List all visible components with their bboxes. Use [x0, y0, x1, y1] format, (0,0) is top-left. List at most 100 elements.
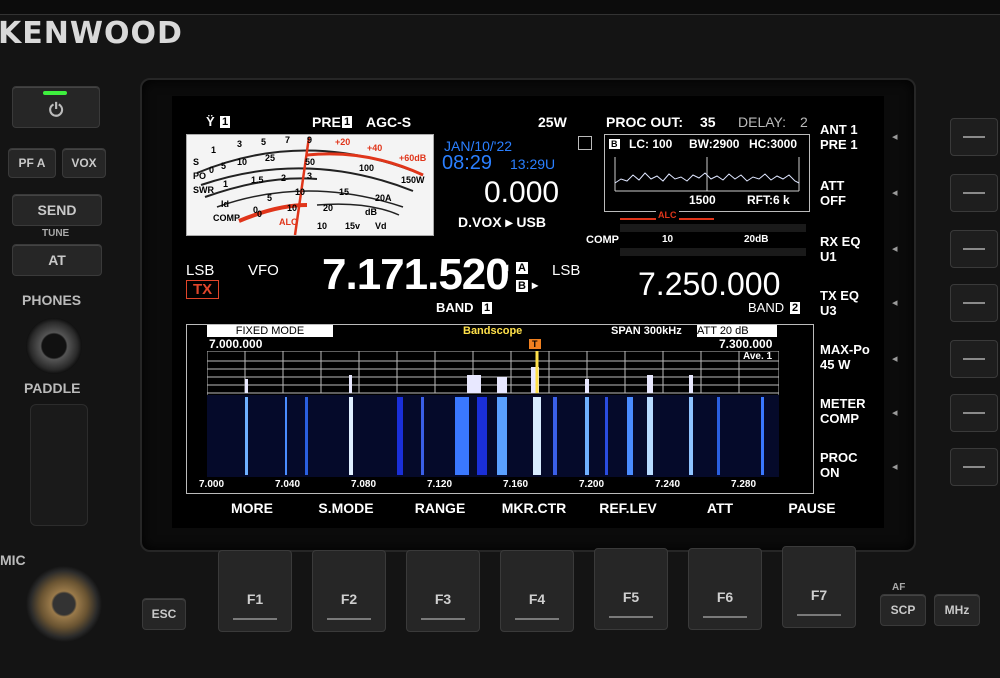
top-edge	[0, 0, 1000, 15]
analog-meter: S 1 3 5 7 9 +20 +40 +60dB PO 0 5 10 25 5…	[186, 134, 434, 236]
tune-label: TUNE	[42, 228, 70, 239]
comp-meter-track	[620, 248, 806, 256]
f6-key[interactable]: F6	[688, 548, 762, 630]
side-button-4[interactable]	[950, 284, 998, 322]
spectrum-peaks	[245, 367, 693, 393]
id-tick-5: 5	[267, 193, 273, 203]
menu-proc[interactable]: PROC ON	[820, 450, 858, 480]
local-time: 08:29	[442, 152, 493, 174]
tick-7080: 7.080	[351, 479, 377, 490]
softkey-pause[interactable]: PAUSE	[772, 500, 852, 516]
f4-key[interactable]: F4	[500, 550, 574, 632]
pfa-button[interactable]: PF A	[8, 148, 56, 178]
vfo-a-tag[interactable]: A	[516, 262, 528, 274]
po-tick-150: 150W	[401, 175, 425, 185]
pre-label: PRE	[312, 114, 341, 130]
waterfall-bg	[207, 395, 779, 477]
side-button-6[interactable]	[950, 394, 998, 432]
softkey-smode[interactable]: S.MODE	[306, 500, 386, 516]
comp-tick-20: 20	[323, 203, 334, 213]
tick-7160: 7.160	[503, 479, 529, 490]
vfo-label: VFO	[248, 262, 279, 279]
power-button[interactable]: ⏻	[12, 86, 100, 128]
menu-tx-eq[interactable]: TX EQ U3	[820, 288, 859, 318]
menu-att[interactable]: ATT OFF	[820, 178, 846, 208]
side-button-2[interactable]	[950, 174, 998, 212]
po-tick-5: 5	[221, 161, 227, 171]
f7-key[interactable]: F7	[782, 546, 856, 628]
vd-label: Vd	[375, 221, 387, 231]
s-tick-5: 5	[261, 137, 267, 147]
paddle-jack[interactable]	[30, 404, 88, 526]
tx-marker-icon: T	[529, 339, 541, 349]
vfo-b-tag[interactable]: B	[516, 280, 528, 292]
softkey-range[interactable]: RANGE	[400, 500, 480, 516]
phones-jack[interactable]	[26, 318, 82, 374]
side-button-5[interactable]	[950, 340, 998, 378]
po-tick-25: 25	[265, 153, 276, 163]
audio-scope-vfo-tag: B	[609, 139, 620, 149]
vd-tick-15: 15v	[345, 221, 361, 231]
menu-rx-eq[interactable]: RX EQ U1	[820, 234, 860, 264]
send-button[interactable]: SEND	[12, 194, 102, 226]
audio-scope: B LC: 100 BW:2900 HC:3000 1500 RFT:6 k	[604, 134, 810, 212]
at-button[interactable]: AT	[12, 244, 102, 276]
vfo-b-frequency: 7.250.000	[638, 266, 781, 302]
mic-label: MIC	[0, 552, 26, 568]
antenna-number: 1	[220, 116, 231, 128]
softkey-att[interactable]: ATT	[680, 500, 760, 516]
comp-label: COMP	[213, 213, 240, 223]
mhz-button[interactable]: MHz	[934, 594, 980, 626]
end-freq: 7.300.000	[719, 337, 773, 351]
side-arrow-5: ◂	[892, 353, 898, 365]
side-arrow-1: ◂	[892, 131, 898, 143]
vfo-a-mode: LSB	[186, 262, 215, 279]
side-button-1[interactable]	[950, 118, 998, 156]
mic-connector[interactable]	[26, 566, 102, 642]
pre-value: 1	[342, 116, 353, 128]
menu-ant[interactable]: ANT 1 PRE 1	[820, 122, 858, 152]
rit-offset: 0.000	[484, 176, 560, 209]
phones-label: PHONES	[22, 292, 82, 308]
f3-key[interactable]: F3	[406, 550, 480, 632]
dvox-label: D.VOX	[458, 214, 502, 230]
tick-7200: 7.200	[579, 479, 605, 490]
brand-logo: KENWOOD	[0, 16, 183, 51]
menu-meter[interactable]: METER COMP	[820, 396, 866, 426]
softkey-mkr-ctr[interactable]: MKR.CTR	[492, 500, 576, 516]
po-tick-0: 0	[209, 165, 215, 175]
f2-key[interactable]: F2	[312, 550, 386, 632]
side-arrow-7: ◂	[892, 461, 898, 473]
proc-out-label: PROC OUT:	[606, 114, 683, 130]
alc-comp-meter	[620, 224, 806, 232]
vfo-a-arrow-icon: ◂	[502, 260, 509, 274]
arrow-right-icon: ▸	[505, 214, 513, 230]
band-b-number: 2	[790, 302, 801, 314]
softkey-more[interactable]: MORE	[212, 500, 292, 516]
f5-key[interactable]: F5	[594, 548, 668, 630]
s-tick-1: 1	[211, 145, 217, 155]
f1-key[interactable]: F1	[218, 550, 292, 632]
alc-bar-label: ALC	[656, 210, 679, 220]
antenna-icon: Ÿ	[206, 114, 215, 129]
side-button-7[interactable]	[950, 448, 998, 486]
side-button-3[interactable]	[950, 230, 998, 268]
id-tick-10: 10	[295, 187, 306, 197]
po-tick-50: 50	[305, 157, 316, 167]
comp-unit: dB	[365, 207, 377, 217]
power-readout: 25W	[538, 114, 567, 130]
esc-button[interactable]: ESC	[142, 598, 186, 630]
vfo-b-arrow-icon: ▸	[532, 278, 539, 292]
span-label: SPAN 300kHz	[611, 325, 682, 337]
menu-max-po[interactable]: MAX-Po 45 W	[820, 342, 870, 372]
comp-tick-10: 10	[287, 203, 298, 213]
po-label: PO	[193, 171, 207, 181]
agc-status: AGC-S	[366, 114, 412, 130]
scp-button[interactable]: SCP	[880, 594, 926, 626]
af-label: AF	[892, 582, 906, 593]
bandscope[interactable]: FIXED MODE Bandscope SPAN 300kHz ATT 20 …	[186, 324, 814, 494]
softkey-ref-lev[interactable]: REF.LEV	[586, 500, 670, 516]
vox-button[interactable]: VOX	[62, 148, 106, 178]
power-icon: ⏻	[49, 100, 64, 120]
main-display: Ÿ 1 PRE 1 AGC-S 25W PROC OUT: 35 DELAY: …	[172, 96, 884, 528]
